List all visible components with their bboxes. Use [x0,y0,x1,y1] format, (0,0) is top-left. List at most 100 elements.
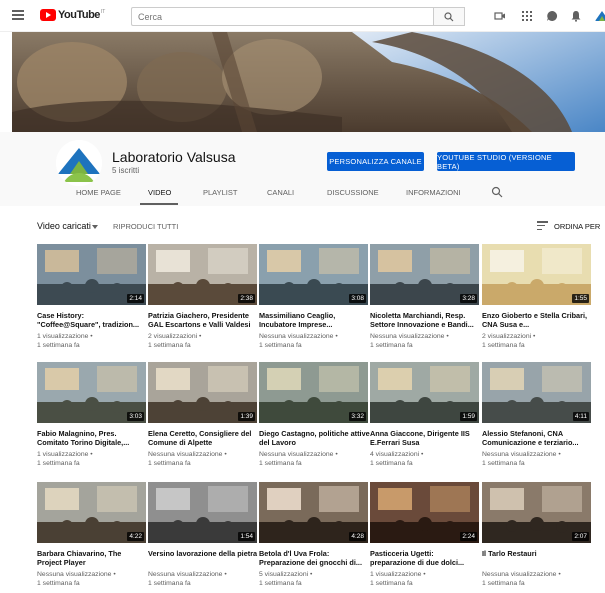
video-title[interactable]: Patrizia Giachero, Presidente GAL Escart… [148,311,259,329]
video-duration: 3:32 [349,412,366,421]
video-title[interactable]: Alessio Stefanoni, CNA Comunicazione e t… [482,429,593,447]
video-date: 1 settimana fa [37,460,80,467]
video-thumbnail[interactable]: 4:28 [259,482,368,543]
video-views: Nessuna visualizzazione • [259,333,338,340]
video-duration: 1:59 [460,412,477,421]
video-card[interactable]: 3:32 Diego Castagno, politiche attive del… [259,362,370,468]
video-title[interactable]: Betola d'l Uva Frola: Preparazione dei g… [259,549,370,567]
dropdown-caret-icon [92,225,98,229]
tab-home[interactable]: HOME PAGE [76,188,121,197]
video-duration: 1:39 [238,412,255,421]
video-title[interactable]: Case History: "Coffee@Square", tradizion… [37,311,148,329]
video-views: Nessuna visualizzazione • [37,571,116,578]
video-card[interactable]: 4:22 Barbara Chiavarino, The Project Play… [37,482,148,588]
channel-banner [12,32,605,132]
top-bar: YouTube IT [0,0,605,32]
video-views: 1 visualizzazione • [370,571,426,578]
video-duration: 1:54 [238,532,255,541]
video-duration: 4:22 [127,532,144,541]
video-title[interactable]: Nicoletta Marchiandi, Resp. Settore Inno… [370,311,481,329]
play-logo-icon [40,9,56,21]
video-title[interactable]: Versino lavorazione della pietra [148,549,259,567]
customize-channel-button[interactable]: PERSONALIZZA CANALE [327,152,424,171]
tab-playlists[interactable]: PLAYLIST [203,188,237,197]
video-thumbnail[interactable]: 3:08 [259,244,368,305]
sort-icon[interactable] [537,221,548,230]
video-date: 1 settimana fa [259,342,302,349]
uploads-dropdown[interactable]: Video caricati [37,221,91,231]
video-card[interactable]: 1:55 Enzo Gioberto e Stella Cribari, CNA … [482,244,593,350]
video-date: 1 settimana fa [370,460,413,467]
menu-icon[interactable] [12,10,24,20]
video-views: Nessuna visualizzazione • [259,451,338,458]
video-title[interactable]: Anna Giaccone, Dirigente IIS E.Ferrari S… [370,429,481,447]
sort-by-button[interactable]: ORDINA PER [554,222,600,231]
tab-videos[interactable]: VIDEO [148,188,171,197]
notifications-bell-icon[interactable] [570,10,582,22]
search-button[interactable] [433,7,465,26]
video-card[interactable]: 2:38 Patrizia Giachero, Presidente GAL Es… [148,244,259,350]
play-all-button[interactable]: RIPRODUCI TUTTI [113,222,178,231]
video-date: 1 settimana fa [482,580,525,587]
video-duration: 2:07 [572,532,589,541]
video-title[interactable]: Massimiliano Ceaglio, Incubatore Imprese… [259,311,370,329]
messages-icon[interactable] [546,10,558,22]
video-views: Nessuna visualizzazione • [148,571,227,578]
video-thumbnail[interactable]: 2:07 [482,482,591,543]
video-card[interactable]: 2:07 Il Tarlo Restauri Nessuna visualizzaz… [482,482,593,588]
video-thumbnail[interactable]: 4:11 [482,362,591,423]
create-video-icon[interactable] [494,10,506,22]
video-thumbnail[interactable]: 3:32 [259,362,368,423]
video-title[interactable]: Diego Castagno, politiche attive del Lav… [259,429,370,447]
apps-grid-icon[interactable] [521,10,533,22]
video-views: Nessuna visualizzazione • [148,451,227,458]
video-title[interactable]: Fabio Malagnino, Pres. Comitato Torino D… [37,429,148,447]
subscriber-count: 5 iscritti [112,166,140,175]
video-thumbnail[interactable]: 2:38 [148,244,257,305]
video-title[interactable]: Pasticceria Ugetti: preparazione di due … [370,549,481,567]
video-card[interactable]: 4:28 Betola d'l Uva Frola: Preparazione d… [259,482,370,588]
logo-text: YouTube [58,9,100,21]
video-thumbnail[interactable]: 3:03 [37,362,146,423]
search-icon [444,11,454,21]
video-card[interactable]: 1:39 Elena Ceretto, Consigliere del Comun… [148,362,259,468]
video-thumbnail[interactable]: 1:54 [148,482,257,543]
video-views: 5 visualizzazioni • [259,571,313,578]
video-views: 2 visualizzazioni • [148,333,202,340]
search-input[interactable] [131,7,433,26]
video-thumbnail[interactable]: 2:24 [370,482,479,543]
video-views: Nessuna visualizzazione • [482,451,561,458]
video-card[interactable]: 2:14 Case History: "Coffee@Square", tradi… [37,244,148,350]
tab-about[interactable]: INFORMAZIONI [406,188,461,197]
video-title[interactable]: Enzo Gioberto e Stella Cribari, CNA Susa… [482,311,593,329]
video-card[interactable]: 4:11 Alessio Stefanoni, CNA Comunicazione… [482,362,593,468]
video-date: 1 settimana fa [370,580,413,587]
video-card[interactable]: 2:24 Pasticceria Ugetti: preparazione di … [370,482,481,588]
video-thumbnail[interactable]: 3:28 [370,244,479,305]
video-title[interactable]: Barbara Chiavarino, The Project Player [37,549,148,567]
channel-tabs: HOME PAGE VIDEO PLAYLIST CANALI DISCUSSI… [0,180,605,206]
video-date: 1 settimana fa [259,460,302,467]
video-thumbnail[interactable]: 1:39 [148,362,257,423]
video-card[interactable]: 1:59 Anna Giaccone, Dirigente IIS E.Ferra… [370,362,481,468]
video-views: 1 visualizzazione • [37,451,93,458]
video-duration: 3:08 [349,294,366,303]
tab-discussion[interactable]: DISCUSSIONE [327,188,379,197]
video-card[interactable]: 1:54 Versino lavorazione della pietra Ness… [148,482,259,588]
tab-channels[interactable]: CANALI [267,188,294,197]
channel-search-icon[interactable] [491,186,503,198]
account-avatar[interactable] [594,8,605,24]
video-title[interactable]: Il Tarlo Restauri [482,549,593,567]
youtube-logo[interactable]: YouTube IT [40,9,105,21]
video-thumbnail[interactable]: 1:55 [482,244,591,305]
video-thumbnail[interactable]: 2:14 [37,244,146,305]
youtube-studio-button[interactable]: YOUTUBE STUDIO (VERSIONE BETA) [437,152,575,171]
video-card[interactable]: 3:03 Fabio Malagnino, Pres. Comitato Tori… [37,362,148,468]
video-card[interactable]: 3:08 Massimiliano Ceaglio, Incubatore Imp… [259,244,370,350]
video-card[interactable]: 3:28 Nicoletta Marchiandi, Resp. Settore … [370,244,481,350]
video-date: 1 settimana fa [482,460,525,467]
video-thumbnail[interactable]: 1:59 [370,362,479,423]
video-title[interactable]: Elena Ceretto, Consigliere del Comune di… [148,429,259,447]
video-thumbnail[interactable]: 4:22 [37,482,146,543]
video-duration: 3:28 [460,294,477,303]
